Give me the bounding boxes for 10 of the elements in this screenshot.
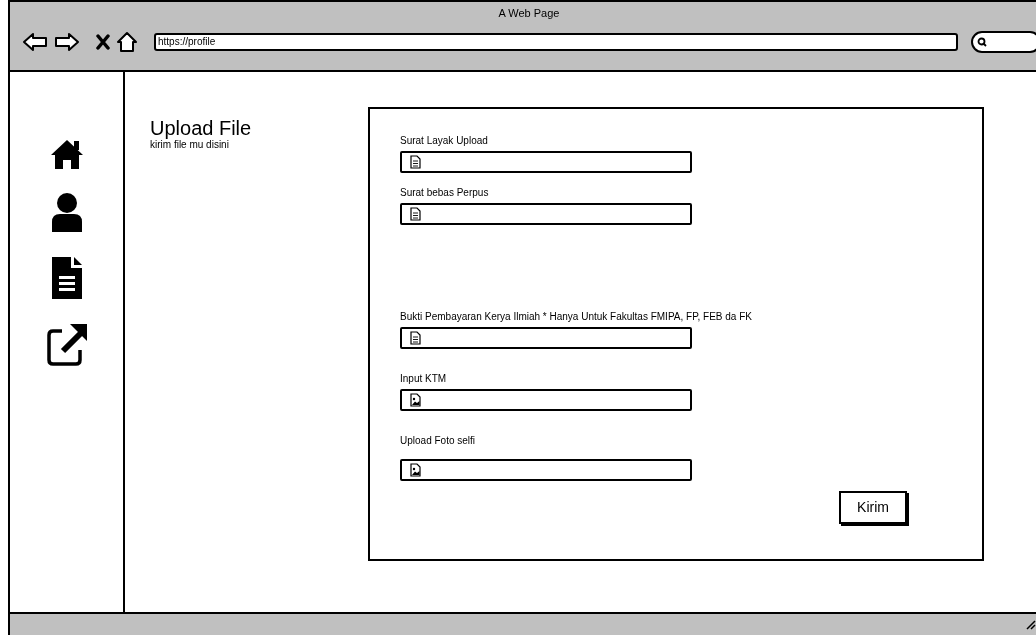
window-title: A Web Page bbox=[498, 6, 560, 21]
field-label: Bukti Pembayaran Kerya Ilmiah * Hanya Untuk Fakultas FMIPA, FP, FEB da FK bbox=[400, 311, 753, 323]
field-label: Upload Foto selfi bbox=[400, 435, 477, 447]
page-subtitle: kirim file mu disini bbox=[150, 139, 230, 151]
address-bar[interactable]: https://profile bbox=[154, 33, 958, 51]
page-title: Upload File bbox=[150, 117, 253, 139]
field-label: Input KTM bbox=[400, 373, 448, 385]
field-label: Surat Layak Upload bbox=[400, 135, 489, 147]
submit-button[interactable]: Kirim bbox=[839, 491, 907, 524]
field-label: Surat bebas Perpus bbox=[400, 187, 490, 199]
